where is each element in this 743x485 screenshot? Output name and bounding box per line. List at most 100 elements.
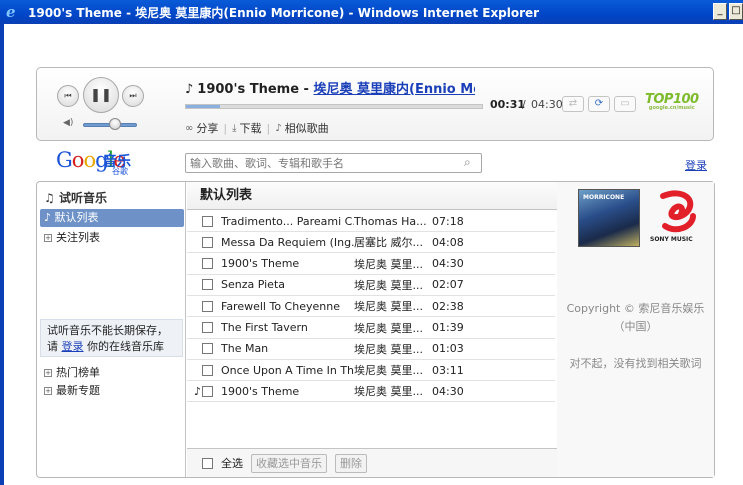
song-artist[interactable]: 埃尼奥 莫里... [354,362,432,378]
table-row[interactable]: Messa Da Requiem (Ing... 居塞比 威尔... 04:08 [187,232,555,254]
row-checkbox[interactable] [202,343,213,355]
row-checkbox[interactable] [202,258,213,270]
table-row[interactable]: ♪ 1900's Theme 埃尼奥 莫里... 04:30 [187,381,555,403]
sidebar-item-label: 最新专题 [56,384,100,397]
song-artist[interactable]: 埃尼奥 莫里... [354,277,432,293]
song-title[interactable]: Senza Pieta [221,278,354,291]
table-row[interactable]: Tradimento... Pareami C... Thomas Ha... 07… [187,211,555,232]
download-action[interactable]: ⤓ 下载 [232,120,261,136]
share-label: 分享 [196,122,219,135]
logo-letter: o [83,148,96,172]
table-row[interactable]: Farewell To Cheyenne 埃尼奥 莫里... 02:38 [187,296,555,318]
sidebar-item-new-topics[interactable]: + 最新专题 [40,382,184,400]
song-artist[interactable]: 埃尼奥 莫里... [354,341,432,357]
music-player: ⏮ ❚❚ ⏭ ◀) ♪ 1900's Theme - 埃尼奥 莫里康内(Ennio… [36,67,714,141]
player-actions: ∞ 分享 | ⤓ 下载 | ♪ 相似歌曲 [185,120,329,136]
notice-suffix: 你的在线音乐库 [83,340,164,353]
sidebar-item-label: 默认列表 [54,211,99,224]
song-duration: 02:38 [432,299,464,313]
logo-letter: o [71,148,85,172]
playlist-area: 默认列表 Tradimento... Pareami C... Thomas Ha… [187,182,557,477]
song-duration: 01:03 [432,342,464,356]
time-separator: / [522,98,526,111]
song-title[interactable]: The Man [221,342,354,355]
repeat-button[interactable]: ⟳ [588,96,610,112]
minimize-button[interactable]: _ [713,3,727,20]
sidebar-item-label: 关注列表 [56,231,100,244]
song-artist[interactable]: 埃尼奥 莫里... [354,320,432,336]
sidebar-item-default-list[interactable]: ♪ 默认列表 [40,209,184,227]
maximize-button[interactable]: □ [729,3,743,20]
row-checkbox[interactable] [202,300,213,312]
table-row[interactable]: The Man 埃尼奥 莫里... 01:03 [187,339,555,360]
row-checkbox[interactable] [202,236,213,248]
row-checkbox[interactable] [202,364,213,376]
previous-track-button[interactable]: ⏮ [57,85,79,107]
volume-slider-handle[interactable] [109,118,122,130]
download-label: 下载 [239,122,262,135]
song-title[interactable]: Farewell To Cheyenne [221,300,354,313]
table-row[interactable]: 1900's Theme 埃尼奥 莫里... 04:30 [187,254,555,275]
volume-icon[interactable]: ◀) [63,118,73,128]
now-playing-artist-link[interactable]: 埃尼奥 莫里康内(Ennio Morricone) [313,82,475,97]
song-title[interactable]: Messa Da Requiem (Ing... [221,236,354,249]
music-note-icon: ♪ [44,211,55,224]
song-title[interactable]: 1900's Theme [221,257,354,270]
album-cover[interactable]: MORRICONE [578,189,640,247]
song-artist[interactable]: 埃尼奥 莫里... [354,256,432,272]
select-all-label[interactable]: 全选 [221,455,243,471]
expand-icon[interactable]: + [44,234,52,242]
search-input[interactable] [185,153,482,173]
table-row[interactable]: The First Tavern 埃尼奥 莫里... 01:39 [187,318,555,339]
notice-prefix: 请 [47,340,62,353]
song-duration: 04:30 [432,257,464,271]
sidebar-item-hot-charts[interactable]: + 热门榜单 [40,364,184,382]
table-row[interactable]: Senza Pieta 埃尼奥 莫里... 02:07 [187,275,555,296]
total-time: 04:30 [531,98,563,111]
song-artist[interactable]: 埃尼奥 莫里... [354,383,432,399]
row-checkbox[interactable] [202,279,213,291]
internet-explorer-icon: e [6,3,16,21]
now-playing-song: 1900's Theme [197,82,300,97]
row-checkbox[interactable] [202,385,213,397]
pause-button[interactable]: ❚❚ [83,77,119,113]
song-artist[interactable]: 埃尼奥 莫里... [354,298,432,314]
playing-indicator-icon: ♪ [193,384,201,398]
delete-button[interactable]: 删除 [335,453,367,473]
progress-bar[interactable] [185,104,483,109]
song-title[interactable]: 1900's Theme [221,385,354,398]
next-track-button[interactable]: ⏭ [122,85,144,107]
main-panel: ♫ 试听音乐 ♪ 默认列表 + 关注列表 试听音乐不能长期保存， 请 登录 你的在… [36,181,715,478]
sidebar-item-follow-list[interactable]: + 关注列表 [40,229,184,247]
search-icon[interactable]: ⌕ [464,155,471,170]
logo-letter: G [56,148,73,172]
download-icon: ⤓ [232,122,237,134]
notice-login-link[interactable]: 登录 [62,340,84,353]
share-action[interactable]: ∞ 分享 [185,120,218,136]
select-all-checkbox[interactable] [202,457,213,469]
sidebar-title-text: 试听音乐 [58,191,107,205]
expand-icon[interactable]: + [44,387,52,395]
login-link[interactable]: 登录 [685,157,707,173]
info-pane: MORRICONE SONY MUSIC Copyright © 索尼音乐娱乐（… [557,182,714,477]
song-artist[interactable]: 居塞比 威尔... [354,234,432,250]
table-row[interactable]: Once Upon A Time In Th... 埃尼奥 莫里... 03:11 [187,360,555,382]
similar-songs-action[interactable]: ♪ 相似歌曲 [275,120,328,136]
share-icon: ∞ [185,122,194,134]
song-title[interactable]: Tradimento... Pareami C... [221,215,354,228]
playlist-title: 默认列表 [187,182,557,210]
notice-line2: 请 登录 你的在线音乐库 [47,339,182,355]
lyrics-button[interactable]: ▭ [614,96,636,112]
playlist-footer: 全选 收藏选中音乐 删除 [187,448,557,477]
row-checkbox[interactable] [202,322,213,333]
song-title[interactable]: The First Tavern [221,321,354,334]
song-artist[interactable]: Thomas Ha... [354,215,432,228]
row-checkbox[interactable] [202,215,213,227]
collect-selected-button[interactable]: 收藏选中音乐 [251,453,327,473]
top100-subtext: google.cn/music [648,105,695,111]
sony-music-logo [660,190,696,233]
sidebar: ♫ 试听音乐 ♪ 默认列表 + 关注列表 试听音乐不能长期保存， 请 登录 你的在… [37,182,186,477]
expand-icon[interactable]: + [44,369,52,377]
song-title[interactable]: Once Upon A Time In Th... [221,364,354,377]
shuffle-button[interactable]: ⇄ [562,96,584,112]
